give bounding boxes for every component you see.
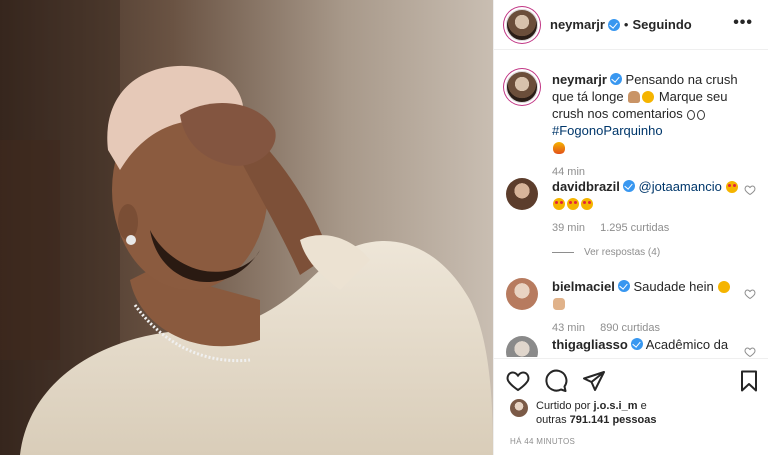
heart-icon[interactable] (506, 369, 530, 393)
verified-icon (609, 73, 622, 85)
thinking-emoji-icon (628, 91, 641, 103)
more-icon[interactable]: ••• (733, 14, 753, 32)
eyes-emoji-icon (687, 110, 696, 120)
comment-item: thigagliasso Acadêmico da (506, 336, 756, 357)
comment-author[interactable]: thigagliasso (552, 337, 628, 352)
heart-eyes-emoji-icon (567, 198, 579, 210)
instagram-post-modal: neymarjr • Seguindo ••• neymarjr Pensand… (0, 0, 768, 455)
action-icons (506, 369, 606, 393)
caption-body: neymarjr Pensando na crush que tá longe … (552, 71, 742, 181)
comment-meta: 43 min 890 curtidas (552, 320, 742, 337)
comment-avatar[interactable] (506, 278, 538, 310)
comment-mention[interactable]: @jotaamancio (639, 179, 722, 194)
comment-icon[interactable] (544, 369, 568, 393)
comment-time[interactable]: 43 min (552, 322, 585, 334)
verified-icon (607, 18, 620, 31)
fire-emoji-icon (553, 142, 565, 154)
comment-likes[interactable]: 890 curtidas (600, 322, 660, 334)
laughing-emoji-icon (718, 281, 731, 293)
post-side-panel: neymarjr • Seguindo ••• neymarjr Pensand… (493, 0, 768, 455)
hand-emoji-icon (553, 298, 565, 310)
likes-and: e (640, 400, 647, 412)
comments-list[interactable]: neymarjr Pensando na crush que tá longe … (494, 51, 768, 357)
heart-eyes-emoji-icon (726, 181, 739, 193)
heart-eyes-emoji-icon (553, 198, 565, 210)
post-header: neymarjr • Seguindo ••• (494, 0, 768, 50)
view-replies-button[interactable]: Ver respostas (4) (552, 247, 660, 258)
comment-item: davidbrazil @jotaamancio 39 min 1.295 cu… (506, 178, 756, 237)
comment-author[interactable]: davidbrazil (552, 179, 620, 194)
caption-time[interactable]: 44 min (552, 166, 585, 178)
likes-count[interactable]: 791.141 pessoas (570, 414, 657, 426)
verified-icon (617, 280, 630, 292)
share-icon[interactable] (582, 369, 606, 393)
comment-avatar[interactable] (506, 178, 538, 210)
heart-eyes-emoji-icon (581, 198, 593, 210)
comment-like-icon[interactable] (744, 288, 756, 300)
comment-author[interactable]: bielmaciel (552, 279, 615, 294)
separator-dot: • (623, 17, 629, 32)
verified-icon (630, 338, 643, 350)
view-replies-label: Ver respostas (4) (584, 247, 661, 258)
caption-hashtag[interactable]: #FogonoParquinho (552, 123, 663, 138)
laughing-emoji-icon (642, 91, 655, 103)
following-button[interactable]: Seguindo (632, 17, 691, 32)
caption-avatar[interactable] (506, 71, 538, 103)
liker-username[interactable]: j.o.s.i_m (593, 400, 637, 412)
photo-illustration (0, 0, 493, 455)
likes-prefix: Curtido por (536, 400, 591, 412)
comment-text: Acadêmico da (645, 337, 729, 352)
comment-meta: 39 min 1.295 curtidas (552, 220, 742, 237)
post-actions: Curtido por j.o.s.i_m e outras 791.141 p… (494, 358, 768, 455)
likes-others-prefix: outras (536, 414, 567, 426)
verified-icon (622, 180, 635, 192)
comment-body: thigagliasso Acadêmico da (552, 336, 742, 357)
author-username[interactable]: neymarjr (550, 17, 605, 32)
caption-author[interactable]: neymarjr (552, 72, 607, 87)
likes-summary: Curtido por j.o.s.i_m e outras 791.141 p… (510, 399, 657, 427)
header-user: neymarjr • Seguindo (550, 17, 692, 32)
liker-avatar[interactable] (510, 399, 528, 417)
bookmark-icon[interactable] (737, 369, 761, 393)
comment-time[interactable]: 39 min (552, 222, 585, 234)
eyes-emoji-icon (697, 110, 706, 120)
comment-body: bielmaciel Saudade hein 43 min 890 curti… (552, 278, 742, 337)
comment-likes[interactable]: 1.295 curtidas (600, 222, 669, 234)
comment-avatar[interactable] (506, 336, 538, 357)
likes-text: Curtido por j.o.s.i_m e outras 791.141 p… (536, 399, 657, 427)
comment-body: davidbrazil @jotaamancio 39 min 1.295 cu… (552, 178, 742, 237)
caption: neymarjr Pensando na crush que tá longe … (506, 71, 756, 181)
comment-item: bielmaciel Saudade hein 43 min 890 curti… (506, 278, 756, 337)
comment-like-icon[interactable] (744, 346, 756, 357)
post-photo[interactable] (0, 0, 493, 455)
author-avatar[interactable] (506, 8, 538, 41)
comment-like-icon[interactable] (744, 184, 756, 196)
comment-text: Saudade hein (633, 279, 714, 294)
post-timestamp[interactable]: HÁ 44 MINUTOS (510, 437, 575, 446)
replies-line (552, 252, 574, 253)
